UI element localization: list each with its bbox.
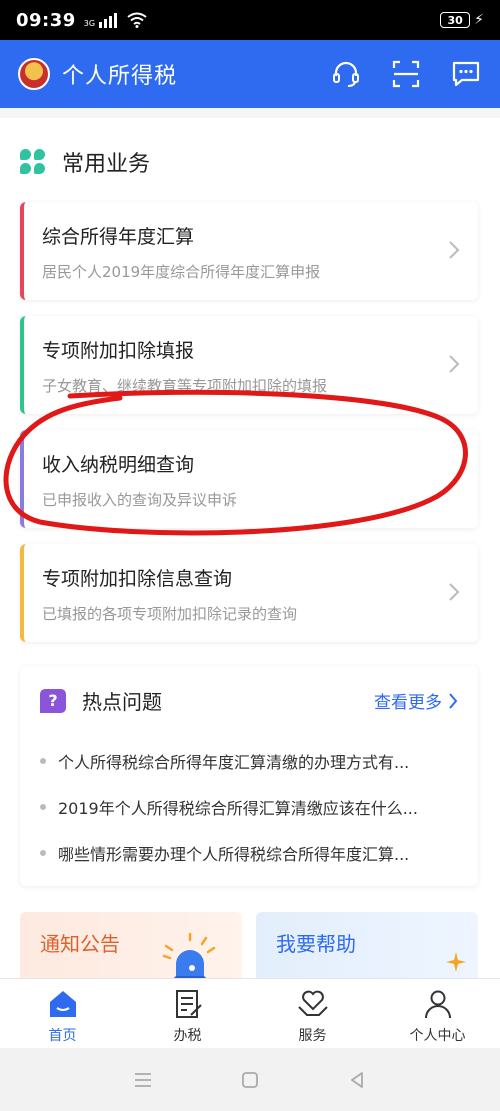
menu-icon[interactable] <box>133 1070 153 1090</box>
service-card-deduction-query[interactable]: 专项附加扣除信息查询 已填报的各项专项附加扣除记录的查询 <box>20 544 478 642</box>
question-text: 个人所得税综合所得年度汇算清缴的办理方式有... <box>58 753 410 772</box>
chevron-right-icon <box>449 583 460 601</box>
status-bar: 09:39 3G 30 ⚡ <box>0 0 500 40</box>
bullet-icon <box>40 850 46 856</box>
heart-hand-icon <box>297 990 328 1016</box>
tab-home[interactable]: 首页 <box>0 979 125 1048</box>
chevron-right-icon <box>449 692 458 709</box>
tab-service[interactable]: 服务 <box>250 979 375 1048</box>
bullet-icon <box>40 758 46 764</box>
notice-label: 通知公告 <box>40 932 120 956</box>
app-title: 个人所得税 <box>62 64 178 89</box>
question-text: 哪些情形需要办理个人所得税综合所得年度汇算... <box>58 845 410 864</box>
hot-questions-list: 个人所得税综合所得年度汇算清缴的办理方式有... 2019年个人所得税综合所得汇… <box>40 738 458 876</box>
chevron-right-icon <box>449 241 460 259</box>
tab-profile[interactable]: 个人中心 <box>375 979 500 1048</box>
question-icon: ? <box>40 688 66 713</box>
section-header: 常用业务 <box>20 146 150 178</box>
service-title: 收入纳税明细查询 <box>42 454 195 476</box>
battery-indicator: 30 ⚡ <box>440 12 484 28</box>
service-card-deduction-filing[interactable]: 专项附加扣除填报 子女教育、继续教育等专项附加扣除的填报 <box>20 316 478 414</box>
notice-tile[interactable]: 通知公告 <box>20 912 242 978</box>
service-subtitle: 子女教育、继续教育等专项附加扣除的填报 <box>42 377 328 395</box>
service-subtitle: 已填报的各项专项附加扣除记录的查询 <box>42 605 298 623</box>
list-item[interactable]: 个人所得税综合所得年度汇算清缴的办理方式有... <box>40 738 458 784</box>
list-item[interactable]: 2019年个人所得税综合所得汇算清缴应该在什么... <box>40 784 458 830</box>
bell-icon <box>162 932 216 978</box>
home-icon <box>49 991 76 1017</box>
hot-questions-header: ? 热点问题 <box>40 686 162 715</box>
home-square-icon[interactable] <box>240 1070 260 1090</box>
system-nav-bar <box>0 1048 500 1111</box>
section-title: 常用业务 <box>62 152 151 177</box>
wifi-icon <box>127 12 147 28</box>
user-icon <box>424 990 451 1019</box>
list-item[interactable]: 哪些情形需要办理个人所得税综合所得年度汇算... <box>40 830 458 876</box>
message-icon[interactable] <box>450 58 482 90</box>
scan-icon[interactable] <box>390 58 422 90</box>
form-icon <box>175 990 202 1018</box>
tax-emblem-logo <box>18 58 50 90</box>
headset-icon[interactable] <box>330 58 362 90</box>
back-icon[interactable] <box>347 1070 367 1090</box>
view-more-link[interactable]: 查看更多 <box>374 688 458 713</box>
service-subtitle: 居民个人2019年度综合所得年度汇算申报 <box>42 263 321 281</box>
app-header: 个人所得税 <box>0 40 500 108</box>
main-content: 常用业务 综合所得年度汇算 居民个人2019年度综合所得年度汇算申报 专项附加扣… <box>0 118 500 978</box>
tab-label: 个人中心 <box>409 1028 466 1044</box>
help-tile[interactable]: 我要帮助 <box>256 912 478 978</box>
service-card-annual-settlement[interactable]: 综合所得年度汇算 居民个人2019年度综合所得年度汇算申报 <box>20 202 478 300</box>
question-text: 2019年个人所得税综合所得汇算清缴应该在什么... <box>58 799 418 818</box>
service-subtitle: 已申报收入的查询及异议申诉 <box>42 491 238 509</box>
hot-questions-card: ? 热点问题 查看更多 个人所得税综合所得年度汇算清缴的办理方式有... 201… <box>20 666 478 886</box>
tab-label: 服务 <box>298 1028 327 1044</box>
service-title: 综合所得年度汇算 <box>42 226 195 248</box>
service-title: 专项附加扣除填报 <box>42 340 195 362</box>
charging-bolt-icon: ⚡ <box>474 12 484 28</box>
tab-label: 办税 <box>173 1028 202 1044</box>
header-actions <box>330 58 482 90</box>
help-label: 我要帮助 <box>276 932 356 956</box>
tab-tax[interactable]: 办税 <box>125 979 250 1048</box>
view-more-label: 查看更多 <box>374 693 442 713</box>
battery-level: 30 <box>440 12 471 28</box>
status-time: 09:39 <box>16 9 76 31</box>
sparkle-icon <box>446 952 466 972</box>
service-card-income-query[interactable]: 收入纳税明细查询 已申报收入的查询及异议申诉 <box>20 430 478 528</box>
signal-icon: 3G <box>83 12 118 28</box>
bottom-tab-bar: 首页 办税 服务 个人中心 <box>0 978 500 1048</box>
network-type: 3G <box>83 18 96 28</box>
hot-questions-title: 热点问题 <box>82 690 162 714</box>
bullet-icon <box>40 804 46 810</box>
tab-label: 首页 <box>48 1028 77 1044</box>
chevron-right-icon <box>449 355 460 373</box>
service-title: 专项附加扣除信息查询 <box>42 568 233 590</box>
clover-icon <box>20 149 46 175</box>
